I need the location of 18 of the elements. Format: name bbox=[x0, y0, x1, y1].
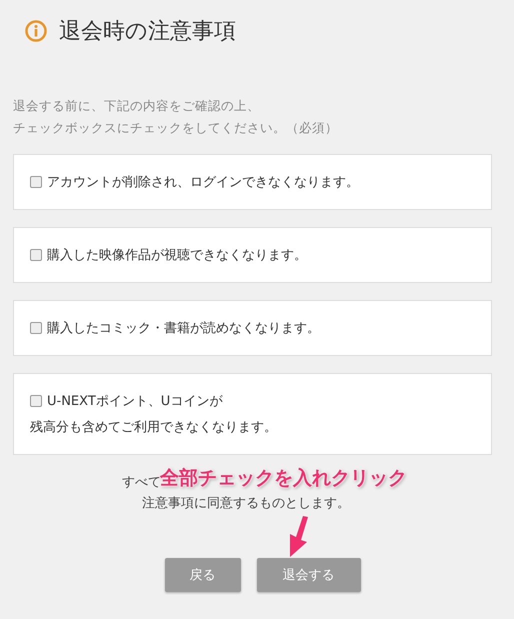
info-icon bbox=[25, 20, 47, 42]
checkbox[interactable] bbox=[30, 395, 42, 407]
notice-text: U-NEXTポイント、Uコインが bbox=[47, 393, 222, 410]
checkbox[interactable] bbox=[30, 176, 42, 188]
checkbox[interactable] bbox=[30, 249, 42, 261]
notice-text: アカウントが削除され、ログインできなくなります。 bbox=[47, 174, 359, 191]
notice-text: 購入したコミック・書籍が読めなくなります。 bbox=[47, 320, 320, 337]
instruction-text: 退会する前に、下記の内容をご確認の上、 bbox=[13, 98, 261, 115]
checkbox[interactable] bbox=[30, 322, 42, 334]
notice-text: 購入した映像作品が視聴できなくなります。 bbox=[47, 247, 307, 264]
withdraw-button[interactable]: 退会する bbox=[256, 558, 360, 592]
notice-text: 残高分も含めてご利用できなくなります。 bbox=[30, 419, 277, 436]
back-button[interactable]: 戻る bbox=[164, 558, 240, 592]
agreement-text: すべて bbox=[122, 475, 161, 491]
instruction-text: チェックボックスにチェックをしてください。（必須） bbox=[13, 120, 339, 137]
annotation-text: 全部チェックを入れクリック bbox=[160, 466, 407, 491]
agreement-text: 注意事項に同意するものとします。 bbox=[141, 495, 350, 512]
page-title: 退会時の注意事項 bbox=[59, 18, 236, 46]
